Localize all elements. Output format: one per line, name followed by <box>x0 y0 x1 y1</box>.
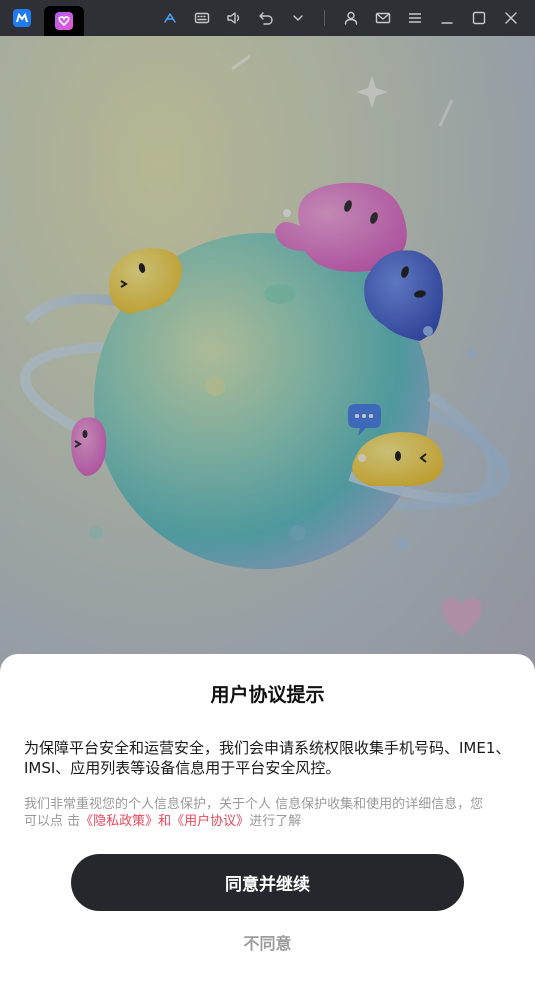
privacy-policy-link[interactable]: 《隐私政策》 <box>80 814 158 829</box>
menu-icon[interactable] <box>399 0 431 36</box>
mumu-app-icon <box>13 9 31 27</box>
mail-icon[interactable] <box>367 0 399 36</box>
user-agreement-dialog: 用户协议提示 为保障平台安全和运营安全，我们会申请系统权限收集手机号码、IME1… <box>0 654 535 987</box>
and-text: 和 <box>158 814 172 829</box>
privacy-note: 我们非常重视您的个人信息保护，关于个人 信息保护收集和使用的详细信息，您可以点 … <box>24 796 494 830</box>
privacy-note-suffix: 进行了解 <box>249 814 302 829</box>
dialog-title: 用户协议提示 <box>210 684 325 706</box>
purple-heart-app-icon <box>55 12 73 30</box>
agree-continue-button[interactable]: 同意并继续 <box>71 854 464 911</box>
maximize-icon[interactable] <box>463 0 495 36</box>
keyboard-icon[interactable] <box>186 0 218 36</box>
minimize-icon[interactable] <box>431 0 463 36</box>
emulator-titlebar <box>0 0 535 36</box>
user-agreement-link[interactable]: 《用户协议》 <box>171 814 249 829</box>
toolbar-divider <box>324 10 325 26</box>
modal-backdrop[interactable] <box>0 36 535 676</box>
gamepad-icon[interactable] <box>154 0 186 36</box>
user-icon[interactable] <box>335 0 367 36</box>
splash-illustration <box>0 36 535 676</box>
volume-icon[interactable] <box>218 0 250 36</box>
close-icon[interactable] <box>495 0 527 36</box>
tab-current-app[interactable] <box>44 6 84 36</box>
undo-icon[interactable] <box>250 0 282 36</box>
dialog-body-text: 为保障平台安全和运营安全，我们会申请系统权限收集手机号码、IME1、IMSI、应… <box>24 739 511 777</box>
chevron-down-icon[interactable] <box>282 0 314 36</box>
tab-mumu-app[interactable] <box>0 0 44 36</box>
disagree-button[interactable]: 不同意 <box>0 930 535 954</box>
